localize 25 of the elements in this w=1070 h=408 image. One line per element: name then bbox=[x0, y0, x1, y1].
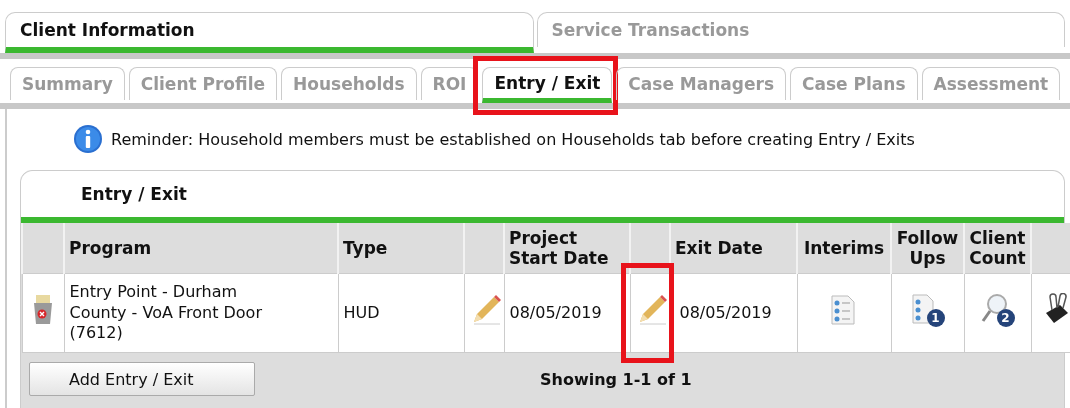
sub-tab[interactable]: Entry / Exit bbox=[482, 67, 613, 103]
pagination-status: Showing 1-1 of 1 bbox=[540, 369, 692, 389]
reminder-text: Reminder: Household members must be established on Households tab before creating Entry / Exits bbox=[111, 129, 915, 149]
section-tab[interactable]: Client Information bbox=[5, 12, 534, 53]
table-cell: 08/05/2019 bbox=[504, 273, 630, 353]
trash-icon[interactable] bbox=[32, 294, 54, 327]
info-icon bbox=[73, 124, 103, 154]
sub-tab[interactable]: Summary bbox=[10, 67, 125, 100]
column-header: Type bbox=[338, 223, 464, 274]
table-cell: HUD bbox=[338, 273, 464, 353]
sub-tab[interactable]: Client Profile bbox=[128, 67, 277, 100]
sub-tab[interactable]: Households bbox=[281, 67, 417, 100]
sub-tab[interactable]: Assessment bbox=[921, 67, 1061, 100]
column-header: Program bbox=[64, 223, 338, 274]
column-header: Project Start Date bbox=[504, 223, 630, 274]
sub-tab[interactable]: Case Managers bbox=[616, 67, 787, 100]
table-cell: Entry Point - Durham County - VoA Front Door (7612) bbox=[64, 273, 338, 353]
column-header: Exit Date bbox=[670, 223, 797, 274]
sub-tab[interactable]: Case Plans bbox=[790, 67, 918, 100]
column-header: Follow Ups bbox=[891, 223, 964, 274]
panel-title: Entry / Exit bbox=[81, 184, 187, 204]
section-tab[interactable]: Service Transactions bbox=[536, 12, 1065, 47]
add-entry-exit-button[interactable]: Add Entry / Exit bbox=[29, 362, 255, 396]
column-header: Client Count bbox=[964, 223, 1031, 274]
column-header: Interims bbox=[797, 223, 891, 274]
